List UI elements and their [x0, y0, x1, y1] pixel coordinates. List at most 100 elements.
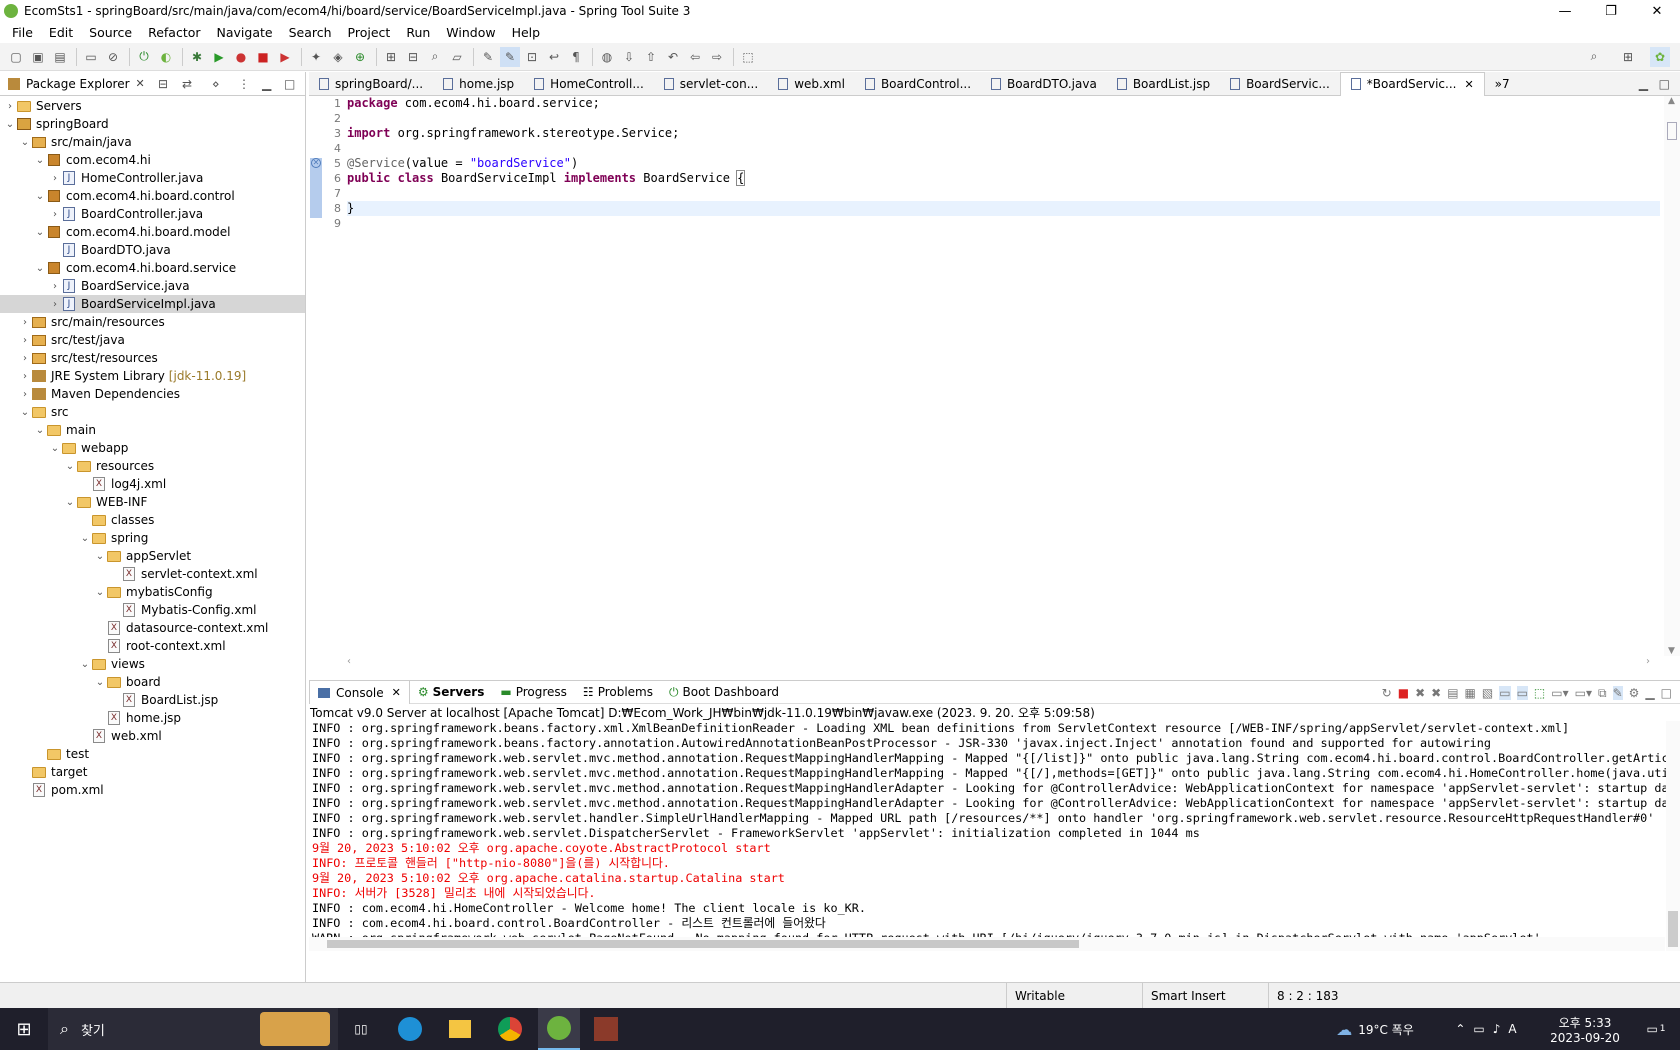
boot-icon[interactable]: ⏻: [134, 47, 154, 67]
tree-item[interactable]: Xweb.xml: [0, 727, 305, 745]
tree-item[interactable]: J BoardDTO.java: [0, 241, 305, 259]
tree-item[interactable]: ⌄ com.ecom4.hi.board.control: [0, 187, 305, 205]
tree-item[interactable]: ⌄ com.ecom4.hi.board.model: [0, 223, 305, 241]
editor-tab[interactable]: BoardControl...: [855, 72, 981, 96]
editor-tab[interactable]: *BoardServic... ✕: [1339, 71, 1485, 96]
collapsed-twisty-icon[interactable]: ›: [49, 299, 61, 310]
tree-item[interactable]: ⌄ com.ecom4.hi.board.service: [0, 259, 305, 277]
sts-taskbar-icon[interactable]: [538, 1008, 580, 1050]
expanded-twisty-icon[interactable]: ⌄: [64, 461, 76, 472]
word-wrap-icon[interactable]: ↩: [544, 47, 564, 67]
tree-item[interactable]: Xlog4j.xml: [0, 475, 305, 493]
collapsed-twisty-icon[interactable]: ›: [49, 173, 61, 184]
expanded-twisty-icon[interactable]: ⌄: [34, 227, 46, 238]
editor-vertical-scrollbar[interactable]: ▲ ▼: [1664, 96, 1680, 656]
collapsed-twisty-icon[interactable]: ›: [49, 209, 61, 220]
tree-item[interactable]: › Servers: [0, 97, 305, 115]
new-java-project-icon[interactable]: ✦: [306, 47, 326, 67]
tree-item[interactable]: ⌄ appServlet: [0, 547, 305, 565]
console-vertical-scrollbar[interactable]: [1666, 721, 1680, 951]
copy-icon[interactable]: ⧉: [1598, 686, 1607, 701]
tree-item[interactable]: › src/test/java: [0, 331, 305, 349]
stop-icon[interactable]: ■: [253, 47, 273, 67]
editor-tab[interactable]: springBoard/...: [309, 72, 433, 96]
menu-source[interactable]: Source: [81, 25, 140, 40]
tree-item[interactable]: ⌄ src/main/java: [0, 133, 305, 151]
app-taskbar-icon[interactable]: [586, 1008, 626, 1050]
tree-item[interactable]: Xpom.xml: [0, 781, 305, 799]
menu-help[interactable]: Help: [504, 25, 549, 40]
highlight-console-icon[interactable]: ✎: [1612, 686, 1623, 700]
open-task-icon[interactable]: ⊟: [403, 47, 423, 67]
terminal-icon[interactable]: ▭: [81, 47, 101, 67]
tree-item[interactable]: › Maven Dependencies: [0, 385, 305, 403]
tree-item[interactable]: target: [0, 763, 305, 781]
expanded-twisty-icon[interactable]: ⌄: [64, 497, 76, 508]
skip-breakpoints-icon[interactable]: ⊘: [103, 47, 123, 67]
task-view-icon[interactable]: ▯▯: [344, 1008, 378, 1050]
close-console-icon[interactable]: ✕: [392, 686, 401, 699]
chevron-up-icon[interactable]: ⌃: [1455, 1022, 1465, 1036]
tree-item[interactable]: › J BoardService.java: [0, 277, 305, 295]
editor-tab[interactable]: BoardList.jsp: [1107, 72, 1220, 96]
tree-item[interactable]: ⌄ WEB-INF: [0, 493, 305, 511]
remove-launch-icon[interactable]: ✖: [1415, 686, 1425, 700]
scroll-lock-icon[interactable]: ▦: [1465, 686, 1476, 700]
highlight-icon[interactable]: ✎: [500, 46, 520, 67]
close-view-icon[interactable]: ✕: [136, 77, 145, 90]
edge-icon[interactable]: [390, 1008, 430, 1050]
show-whitespace-icon[interactable]: ¶: [566, 47, 586, 67]
maximize-button[interactable]: ❐: [1588, 0, 1634, 22]
pin-editor-icon[interactable]: ⬚: [738, 47, 758, 67]
save-icon[interactable]: ▣: [28, 47, 48, 67]
editor-horizontal-scrollbar[interactable]: ‹ ›: [347, 656, 1650, 670]
pin-console-icon[interactable]: ⬚: [1534, 686, 1545, 700]
minimize-view-icon[interactable]: ▁: [262, 77, 271, 91]
expanded-twisty-icon[interactable]: ⌄: [19, 407, 31, 418]
expanded-twisty-icon[interactable]: ⌄: [49, 443, 61, 454]
open-folder-icon[interactable]: ▱: [447, 47, 467, 67]
tree-item[interactable]: classes: [0, 511, 305, 529]
tree-item[interactable]: ⌄ webapp: [0, 439, 305, 457]
block-select-icon[interactable]: ⊡: [522, 47, 542, 67]
tree-item[interactable]: › J HomeController.java: [0, 169, 305, 187]
editor-tab[interactable]: web.xml: [768, 72, 855, 96]
spring-icon[interactable]: ◐: [156, 47, 176, 67]
forward-icon[interactable]: ⇨: [707, 47, 727, 67]
expanded-twisty-icon[interactable]: ⌄: [19, 137, 31, 148]
file-explorer-icon[interactable]: [440, 1008, 480, 1050]
word-wrap-console-icon[interactable]: ▧: [1482, 686, 1493, 700]
tree-item[interactable]: › src/main/resources: [0, 313, 305, 331]
new-class-icon[interactable]: ⊕: [350, 47, 370, 67]
open-type-icon[interactable]: ⊞: [381, 47, 401, 67]
tree-item[interactable]: Xroot-context.xml: [0, 637, 305, 655]
toggle-mark-icon[interactable]: ✎: [478, 47, 498, 67]
console-output[interactable]: INFO : org.springframework.beans.factory…: [309, 721, 1680, 951]
close-window-button[interactable]: ✕: [1634, 0, 1680, 22]
collapsed-twisty-icon[interactable]: ›: [19, 335, 31, 346]
expanded-twisty-icon[interactable]: ⌄: [94, 677, 106, 688]
system-tray[interactable]: ⌃ ▭ ♪ A: [1436, 1008, 1536, 1050]
display-console-icon[interactable]: ▭▾: [1551, 686, 1568, 700]
editor-tab[interactable]: BoardServic...: [1220, 72, 1340, 96]
tree-item[interactable]: ⌄ spring: [0, 529, 305, 547]
collapsed-twisty-icon[interactable]: ›: [19, 389, 31, 400]
expanded-twisty-icon[interactable]: ⌄: [94, 587, 106, 598]
tree-item[interactable]: › J BoardServiceImpl.java: [0, 295, 305, 313]
tree-item[interactable]: ⌄ springBoard: [0, 115, 305, 133]
next-annotation-icon[interactable]: ⇩: [619, 47, 639, 67]
globe-icon[interactable]: ◍: [597, 47, 617, 67]
open-console-icon[interactable]: ▭▾: [1575, 686, 1592, 700]
minimize-button[interactable]: —: [1542, 0, 1588, 22]
save-all-icon[interactable]: ▤: [50, 47, 70, 67]
tab-console[interactable]: Console ✕: [309, 680, 410, 704]
collapse-all-icon[interactable]: ⊟: [158, 77, 168, 91]
menu-search[interactable]: Search: [281, 25, 340, 40]
collapsed-twisty-icon[interactable]: ›: [19, 317, 31, 328]
expanded-twisty-icon[interactable]: ⌄: [34, 263, 46, 274]
tab-boot-dashboard[interactable]: ⏻ Boot Dashboard: [661, 680, 787, 704]
menu-navigate[interactable]: Navigate: [209, 25, 281, 40]
view-menu-icon[interactable]: ⋮: [238, 77, 250, 91]
menu-refactor[interactable]: Refactor: [140, 25, 208, 40]
editor-tab[interactable]: servlet-con...: [654, 72, 768, 96]
